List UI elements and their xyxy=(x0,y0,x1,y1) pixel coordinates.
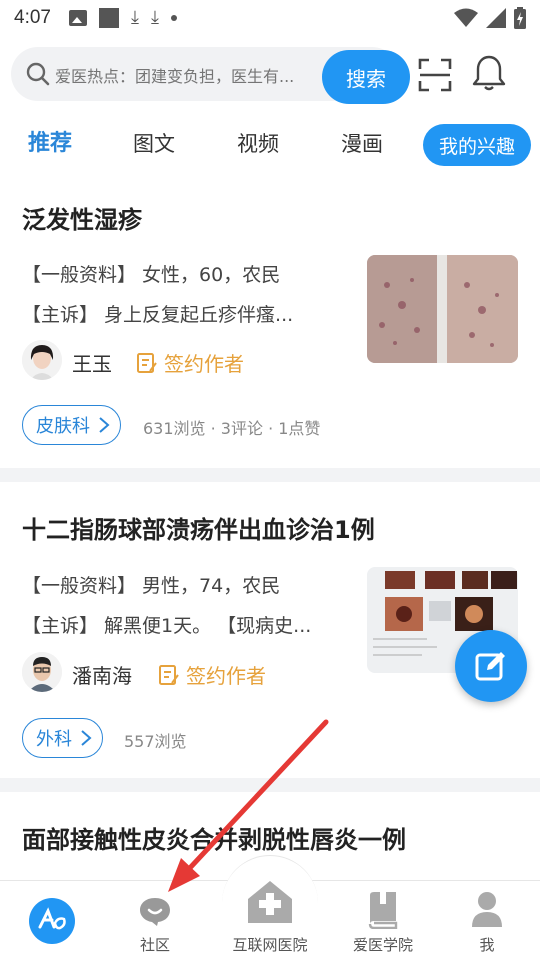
contract-icon xyxy=(137,352,157,373)
app-square-icon xyxy=(98,8,119,28)
divider xyxy=(0,468,540,482)
compose-button[interactable] xyxy=(455,630,527,702)
nav-label: 爱医学院 xyxy=(352,936,413,954)
tab-articles[interactable]: 图文 xyxy=(133,120,175,168)
chat-bubble-icon xyxy=(140,898,170,926)
card-thumbnail xyxy=(367,255,518,363)
author-name[interactable]: 潘南海 xyxy=(72,660,132,689)
card-title: 面部接触性皮炎合并剥脱性唇炎一例 xyxy=(22,826,406,854)
nav-item-academy[interactable]: 爱医学院 xyxy=(333,881,433,960)
nav-label: 社区 xyxy=(139,936,170,954)
department-tag[interactable]: 皮肤科 xyxy=(22,405,121,445)
feed-list: 泛发性湿疹 【一般资料】 女性，60，农民 【主诉】 身上反复起丘疹伴瘙... xyxy=(0,180,540,912)
search-row: 搜索 xyxy=(0,44,540,108)
status-time: 4:07 xyxy=(14,7,51,28)
search-icon xyxy=(26,62,50,86)
bottom-nav: 社区 互联网医院 爱医学院 我 xyxy=(0,855,540,960)
card-stats: 557浏览 xyxy=(124,732,187,751)
nav-label: 我 xyxy=(479,936,495,954)
tab-my-interests[interactable]: 我的兴趣 xyxy=(423,124,531,166)
image-icon xyxy=(68,10,87,26)
avatar[interactable] xyxy=(22,340,62,380)
card-summary-line: 【一般资料】 男性，74，农民 xyxy=(22,575,281,597)
edit-icon xyxy=(475,652,505,681)
nav-item-me[interactable]: 我 xyxy=(437,881,537,960)
card-title: 泛发性湿疹 xyxy=(22,206,142,234)
notification-icons: ⤓ ⤓ xyxy=(68,7,177,28)
chevron-right-icon xyxy=(99,417,110,433)
tab-videos[interactable]: 视频 xyxy=(237,120,279,168)
signed-author-badge: 签约作者 xyxy=(136,348,244,377)
wifi-icon xyxy=(454,8,478,27)
download-icon: ⤓ xyxy=(130,7,139,28)
scan-icon[interactable] xyxy=(418,58,452,92)
divider xyxy=(0,778,540,792)
nav-label: 互联网医院 xyxy=(232,936,308,954)
signed-label: 签约作者 xyxy=(164,352,244,376)
nav-item-community[interactable]: 社区 xyxy=(105,881,205,960)
bell-icon[interactable] xyxy=(471,54,507,92)
contract-icon xyxy=(159,664,179,685)
signed-author-badge: 签约作者 xyxy=(158,660,266,689)
department-tag[interactable]: 外科 xyxy=(22,718,103,758)
download-icon: ⤓ xyxy=(150,7,159,28)
department-label: 外科 xyxy=(36,729,72,750)
department-label: 皮肤科 xyxy=(36,416,90,437)
tab-recommend[interactable]: 推荐 xyxy=(28,120,72,168)
app-logo-icon xyxy=(29,898,75,944)
nav-item-home[interactable] xyxy=(2,881,102,960)
chevron-right-icon xyxy=(81,730,92,746)
card-summary-line: 【主诉】 解黑便1天。 【现病史... xyxy=(22,615,312,637)
signed-label: 签约作者 xyxy=(186,664,266,688)
search-box[interactable]: 搜索 xyxy=(11,47,410,104)
feed-card[interactable]: 泛发性湿疹 【一般资料】 女性，60，农民 【主诉】 身上反复起丘疹伴瘙... xyxy=(0,180,540,468)
person-icon xyxy=(472,892,502,927)
author-name[interactable]: 王玉 xyxy=(72,348,112,377)
signal-icon xyxy=(486,8,506,28)
search-input[interactable] xyxy=(55,47,315,101)
card-summary-line: 【一般资料】 女性，60，农民 xyxy=(22,264,281,286)
card-title: 十二指肠球部溃疡伴出血诊治1例 xyxy=(22,516,375,544)
card-summary-line: 【主诉】 身上反复起丘疹伴瘙... xyxy=(22,304,294,326)
battery-icon xyxy=(514,7,526,29)
hospital-icon xyxy=(248,881,292,923)
system-icons xyxy=(454,7,526,29)
search-button[interactable]: 搜索 xyxy=(322,50,410,104)
tab-comics[interactable]: 漫画 xyxy=(341,120,383,168)
category-tabs: 推荐 图文 视频 漫画 我的兴趣 xyxy=(0,120,540,170)
book-icon xyxy=(368,892,398,929)
card-stats: 631浏览 · 3评论 · 1点赞 xyxy=(143,419,321,438)
status-bar: 4:07 ⤓ ⤓ xyxy=(0,0,540,36)
avatar[interactable] xyxy=(22,652,62,692)
nav-item-internet-hospital[interactable]: 互联网医院 xyxy=(220,881,320,960)
feed-card[interactable]: 十二指肠球部溃疡伴出血诊治1例 【一般资料】 男性，74，农民 【主诉】 解黑便… xyxy=(0,482,540,778)
more-dot-icon xyxy=(170,15,177,21)
